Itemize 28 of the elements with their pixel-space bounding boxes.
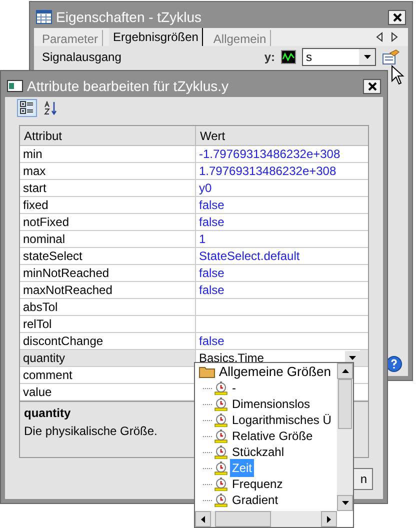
- window-title: Eigenschaften - tZyklus: [56, 8, 203, 27]
- attribute-name: fixed: [20, 197, 196, 213]
- attribute-value: false: [198, 214, 226, 230]
- description-text: Die physikalische Größe.: [24, 423, 158, 440]
- attribute-name: stateSelect: [20, 248, 196, 264]
- attribute-name: minNotReached: [20, 265, 196, 281]
- attribute-value: false: [198, 333, 226, 349]
- output-label: y:: [264, 49, 275, 66]
- attribute-name: start: [20, 180, 196, 196]
- description-title: quantity: [24, 405, 71, 422]
- attribute-value: 1: [198, 231, 207, 247]
- attribute-name: max: [20, 163, 196, 179]
- attribute-name: absTol: [20, 299, 196, 315]
- window-title: Attribute bearbeiten für tZyklus.y: [27, 76, 230, 96]
- attribute-name: nominal: [20, 231, 196, 247]
- attribute-value: false: [198, 282, 226, 298]
- attribute-name: min: [20, 146, 196, 162]
- attribute-value: -1.79769313486232e+308: [198, 146, 342, 162]
- attribute-value: false: [198, 197, 226, 213]
- attribute-value: y0: [198, 180, 213, 196]
- attribute-name: maxNotReached: [20, 282, 196, 298]
- attribute-name: discontChange: [20, 333, 196, 349]
- attribute-value: false: [198, 265, 226, 281]
- attribute-name: relTol: [20, 316, 196, 332]
- attribute-name: notFixed: [20, 214, 196, 230]
- attribute-value: 1.79769313486232e+308: [198, 163, 338, 179]
- section-label: Signalausgang: [42, 49, 122, 66]
- attribute-value: StateSelect.default: [198, 248, 301, 264]
